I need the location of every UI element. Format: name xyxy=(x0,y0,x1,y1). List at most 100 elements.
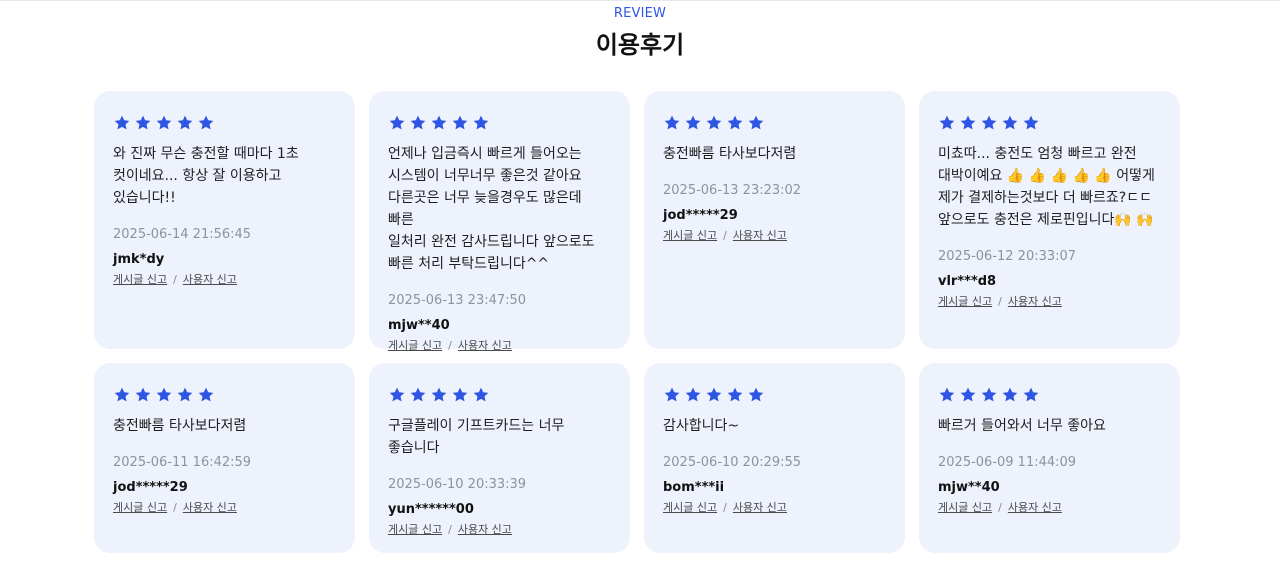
star-icon xyxy=(388,114,406,132)
star-icon xyxy=(705,386,723,404)
star-icon xyxy=(472,114,490,132)
star-icon xyxy=(1001,386,1019,404)
page-title: 이용후기 xyxy=(595,31,685,59)
report-post-link[interactable]: 게시글 신고 xyxy=(388,521,442,537)
review-username: jod*****29 xyxy=(663,208,738,223)
star-icon xyxy=(451,386,469,404)
star-icon xyxy=(980,386,998,404)
rating-stars xyxy=(388,385,611,405)
star-icon xyxy=(684,114,702,132)
report-post-link[interactable]: 게시글 신고 xyxy=(663,499,717,515)
report-links: 게시글 신고 / 사용자 신고 xyxy=(388,337,611,353)
review-card: 감사합니다~ 2025-06-10 20:29:55 bom***ii 게시글 … xyxy=(644,363,905,553)
report-post-link[interactable]: 게시글 신고 xyxy=(938,499,992,515)
review-username: mjw**40 xyxy=(938,480,1000,495)
report-user-link[interactable]: 사용자 신고 xyxy=(733,227,787,243)
star-icon xyxy=(705,114,723,132)
review-text: 충전빠름 타사보다저렴 xyxy=(663,146,797,162)
review-card: 언제나 입금즉시 빠르게 들어오는 시스템이 너무너무 좋은것 같아요 다른곳은… xyxy=(369,91,630,352)
review-date: 2025-06-14 21:56:45 xyxy=(113,227,252,242)
rating-stars xyxy=(113,385,336,405)
rating-stars xyxy=(938,113,1161,133)
star-icon xyxy=(726,114,744,132)
link-separator: / xyxy=(723,228,727,242)
star-icon xyxy=(747,114,765,132)
report-user-link[interactable]: 사용자 신고 xyxy=(183,499,237,515)
review-date: 2025-06-13 23:47:50 xyxy=(388,293,527,308)
report-post-link[interactable]: 게시글 신고 xyxy=(113,271,167,287)
star-icon xyxy=(663,386,681,404)
review-text: 충전빠름 타사보다저렴 xyxy=(113,418,247,434)
report-user-link[interactable]: 사용자 신고 xyxy=(458,521,512,537)
report-links: 게시글 신고 / 사용자 신고 xyxy=(388,521,611,537)
rating-stars xyxy=(113,113,336,133)
review-username: bom***ii xyxy=(663,480,725,495)
review-text: 와 진짜 무슨 충전할 때마다 1초 컷이네요... 항상 잘 이용하고 있습니… xyxy=(113,146,299,206)
review-text: 감사합니다~ xyxy=(663,418,740,434)
star-icon xyxy=(409,114,427,132)
link-separator: / xyxy=(173,272,177,286)
star-icon xyxy=(1001,114,1019,132)
report-user-link[interactable]: 사용자 신고 xyxy=(1008,499,1062,515)
review-card: 구글플레이 기프트카드는 너무 좋습니다 2025-06-10 20:33:39… xyxy=(369,363,630,553)
report-links: 게시글 신고 / 사용자 신고 xyxy=(663,227,886,243)
review-username: mjw**40 xyxy=(388,318,450,333)
star-icon xyxy=(155,386,173,404)
review-username: jmk*dy xyxy=(113,252,165,267)
rating-stars xyxy=(938,385,1161,405)
star-icon xyxy=(684,386,702,404)
star-icon xyxy=(747,386,765,404)
rating-stars xyxy=(663,385,886,405)
report-user-link[interactable]: 사용자 신고 xyxy=(733,499,787,515)
star-icon xyxy=(959,386,977,404)
star-icon xyxy=(113,386,131,404)
star-icon xyxy=(472,386,490,404)
report-links: 게시글 신고 / 사용자 신고 xyxy=(663,499,886,515)
star-icon xyxy=(430,114,448,132)
review-date: 2025-06-12 20:33:07 xyxy=(938,249,1077,264)
link-separator: / xyxy=(998,500,1002,514)
report-user-link[interactable]: 사용자 신고 xyxy=(183,271,237,287)
link-separator: / xyxy=(723,500,727,514)
report-post-link[interactable]: 게시글 신고 xyxy=(113,499,167,515)
report-links: 게시글 신고 / 사용자 신고 xyxy=(113,499,336,515)
link-separator: / xyxy=(448,522,452,536)
review-card: 와 진짜 무슨 충전할 때마다 1초 컷이네요... 항상 잘 이용하고 있습니… xyxy=(94,91,355,349)
review-grid: 와 진짜 무슨 충전할 때마다 1초 컷이네요... 항상 잘 이용하고 있습니… xyxy=(94,91,1182,553)
report-post-link[interactable]: 게시글 신고 xyxy=(663,227,717,243)
star-icon xyxy=(134,386,152,404)
review-card: 충전빠름 타사보다저렴 2025-06-13 23:23:02 jod*****… xyxy=(644,91,905,349)
review-card: 충전빠름 타사보다저렴 2025-06-11 16:42:59 jod*****… xyxy=(94,363,355,553)
review-date: 2025-06-09 11:44:09 xyxy=(938,455,1077,470)
review-text: 미쵸따... 충전도 엄청 빠르고 완전 대박이예요 👍 👍 👍 👍 👍 어떻게… xyxy=(938,146,1155,228)
review-date: 2025-06-11 16:42:59 xyxy=(113,455,252,470)
star-icon xyxy=(134,114,152,132)
star-icon xyxy=(388,386,406,404)
report-post-link[interactable]: 게시글 신고 xyxy=(938,293,992,309)
rating-stars xyxy=(663,113,886,133)
rating-stars xyxy=(388,113,611,133)
star-icon xyxy=(451,114,469,132)
star-icon xyxy=(663,114,681,132)
star-icon xyxy=(113,114,131,132)
report-user-link[interactable]: 사용자 신고 xyxy=(458,337,512,353)
star-icon xyxy=(176,114,194,132)
star-icon xyxy=(1022,386,1040,404)
star-icon xyxy=(938,386,956,404)
star-icon xyxy=(938,114,956,132)
star-icon xyxy=(430,386,448,404)
star-icon xyxy=(959,114,977,132)
star-icon xyxy=(197,114,215,132)
link-separator: / xyxy=(448,338,452,352)
star-icon xyxy=(176,386,194,404)
report-user-link[interactable]: 사용자 신고 xyxy=(1008,293,1062,309)
review-text: 언제나 입금즉시 빠르게 들어오는 시스템이 너무너무 좋은것 같아요 다른곳은… xyxy=(388,146,595,272)
report-links: 게시글 신고 / 사용자 신고 xyxy=(113,271,336,287)
star-icon xyxy=(409,386,427,404)
section-eyebrow: REVIEW xyxy=(613,6,667,21)
review-header: REVIEW 이용후기 xyxy=(0,6,1280,60)
report-post-link[interactable]: 게시글 신고 xyxy=(388,337,442,353)
review-date: 2025-06-13 23:23:02 xyxy=(663,183,802,198)
review-username: jod*****29 xyxy=(113,480,188,495)
review-card: 미쵸따... 충전도 엄청 빠르고 완전 대박이예요 👍 👍 👍 👍 👍 어떻게… xyxy=(919,91,1180,349)
